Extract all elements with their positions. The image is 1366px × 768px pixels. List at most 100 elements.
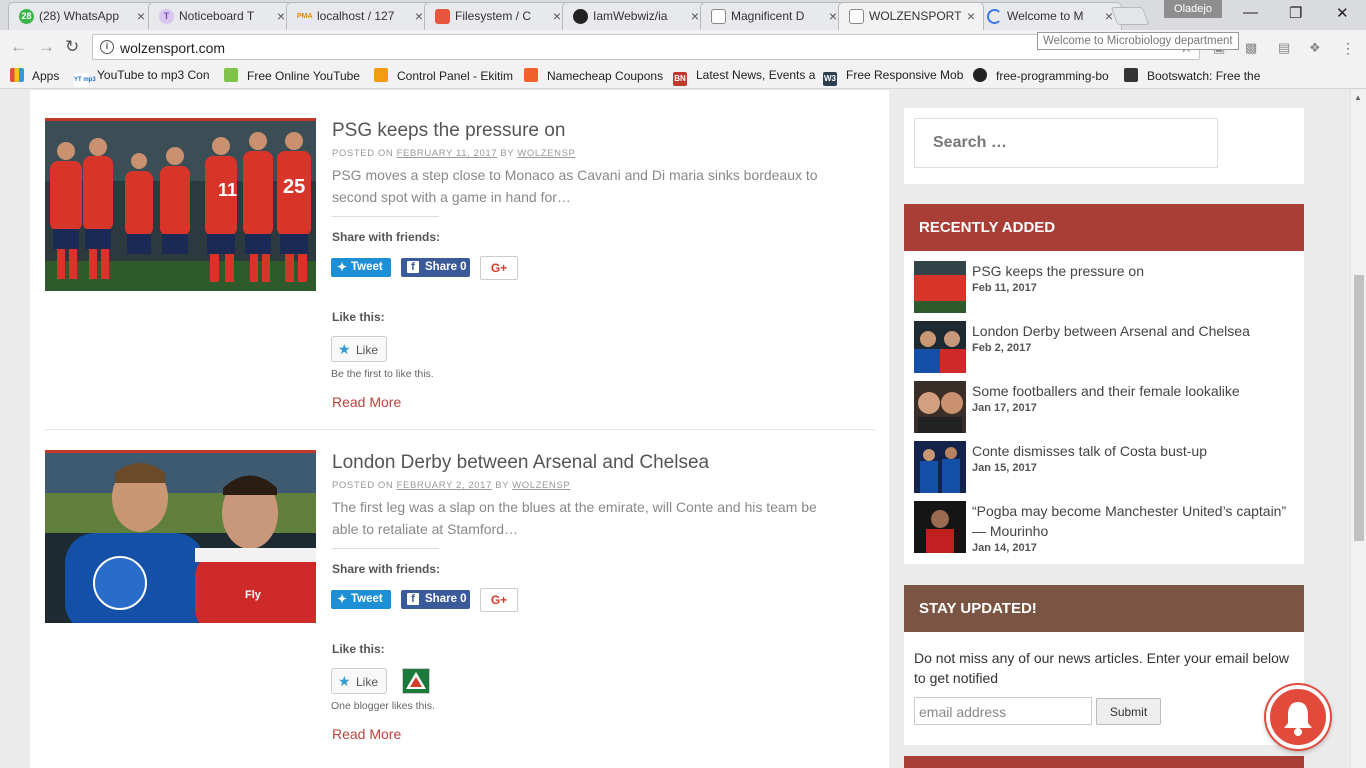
download-arrow-icon <box>224 68 238 82</box>
thumb-image <box>914 501 966 553</box>
scroll-up-arrow-icon[interactable]: ▲ <box>1354 93 1362 102</box>
profile-button[interactable]: Oladejo <box>1164 0 1222 18</box>
email-placeholder: email address <box>919 704 1007 720</box>
recent-item[interactable]: London Derby between Arsenal and Chelsea… <box>914 321 1294 373</box>
close-icon[interactable]: × <box>553 8 561 24</box>
like-button[interactable]: ★ Like <box>331 668 387 694</box>
share-label: Share 0 <box>425 593 467 605</box>
bookmark-namecheap[interactable]: Namecheap Coupons <box>524 68 663 83</box>
like-label: Like <box>356 343 379 357</box>
google-plus-button[interactable]: G+ <box>480 588 518 612</box>
close-icon[interactable]: × <box>277 8 285 24</box>
author-link[interactable]: WOLZENSP <box>517 148 575 159</box>
extension-pdf-icon[interactable]: ▤ <box>1278 40 1290 56</box>
bookmark-label: Free Online YouTube <box>247 69 360 83</box>
recent-item[interactable]: Some footballers and their female lookal… <box>914 381 1294 433</box>
bookmark-latest-news[interactable]: BN Latest News, Events a <box>673 68 815 86</box>
recent-date: Jan 14, 2017 <box>972 542 1037 554</box>
recent-thumbnail[interactable] <box>914 501 966 553</box>
bookmark-bootswatch[interactable]: Bootswatch: Free the <box>1124 68 1260 83</box>
post-title[interactable]: PSG keeps the pressure on <box>332 120 565 142</box>
recent-title[interactable]: PSG keeps the pressure on <box>972 261 1294 281</box>
post-thumbnail[interactable]: Fly <box>45 450 316 623</box>
tab-wolzensport[interactable]: WOLZENSPORT × <box>838 2 984 30</box>
close-icon[interactable]: × <box>829 8 837 24</box>
email-input[interactable]: email address <box>914 697 1092 725</box>
stay-updated-widget: STAY UPDATED! Do not miss any of our new… <box>904 585 1304 745</box>
tab-noticeboard[interactable]: T Noticeboard T × <box>148 2 294 30</box>
recently-added-widget: RECENTLY ADDED PSG keeps the pressure on… <box>904 204 1304 564</box>
dropbox-icon[interactable]: ❖ <box>1309 40 1321 56</box>
close-icon[interactable]: × <box>691 8 699 24</box>
bookmark-free-programming[interactable]: free-programming-bo <box>973 68 1109 83</box>
notification-bell-button[interactable] <box>1266 685 1330 749</box>
recent-thumbnail[interactable] <box>914 381 966 433</box>
recent-title[interactable]: Conte dismisses talk of Costa bust-up <box>972 441 1294 461</box>
bookmark-label: YouTube to mp3 Con <box>97 68 210 82</box>
back-arrow-icon[interactable]: ← <box>10 37 27 57</box>
restore-icon[interactable]: ❐ <box>1289 4 1302 22</box>
bookmark-label: free-programming-bo <box>996 69 1109 83</box>
recent-thumbnail[interactable] <box>914 261 966 313</box>
post-thumbnail[interactable]: 11 25 <box>45 118 316 291</box>
search-input[interactable]: Search … <box>914 118 1218 168</box>
like-heading: Like this: <box>332 642 385 656</box>
recent-thumbnail[interactable] <box>914 441 966 493</box>
reload-icon[interactable]: ↻ <box>65 37 79 57</box>
tab-localhost[interactable]: PMA localhost / 127 × <box>286 2 432 30</box>
tweet-button[interactable]: ✦ Tweet <box>331 258 391 277</box>
blogger-avatar[interactable] <box>402 668 430 694</box>
recently-added-heading: RECENTLY ADDED <box>904 204 1304 251</box>
menu-icon[interactable]: ⋮ <box>1341 40 1355 57</box>
facebook-share-button[interactable]: f Share 0 <box>401 258 470 277</box>
bookmark-free-youtube[interactable]: Free Online YouTube <box>224 68 360 83</box>
recent-title[interactable]: “Pogba may become Manchester United’s ca… <box>972 501 1294 541</box>
submit-button[interactable]: Submit <box>1096 698 1161 725</box>
tab-magnificent[interactable]: Magnificent D × <box>700 2 846 30</box>
tweet-label: Tweet <box>351 261 383 273</box>
browser-toolbar: ← → ↻ i wolzensport.com ☆ Welcome to Mic… <box>0 30 1366 63</box>
tweet-button[interactable]: ✦ Tweet <box>331 590 391 609</box>
window-close-icon[interactable]: ✕ <box>1336 4 1349 22</box>
bookmark-label: Apps <box>32 69 60 83</box>
posted-on-label: POSTED ON <box>332 480 394 491</box>
address-bar[interactable]: i wolzensport.com ☆ <box>92 34 1200 60</box>
facebook-share-button[interactable]: f Share 0 <box>401 590 470 609</box>
recent-title[interactable]: Some footballers and their female lookal… <box>972 381 1294 401</box>
tab-microbiology[interactable]: Welcome to M × <box>976 2 1122 30</box>
page-icon <box>849 9 864 24</box>
close-icon[interactable]: × <box>967 8 975 24</box>
read-more-link[interactable]: Read More <box>332 726 401 742</box>
bookmark-apps[interactable]: Apps <box>10 68 59 83</box>
recent-thumbnail[interactable] <box>914 321 966 373</box>
tab-github[interactable]: IamWebwiz/ia × <box>562 2 708 30</box>
svg-text:25: 25 <box>283 176 305 198</box>
tab-whatsapp[interactable]: 28 (28) WhatsApp × <box>8 2 154 30</box>
bookmarks-bar: Apps YT mp3YouTube to mp3 Con Free Onlin… <box>0 63 1366 89</box>
info-icon[interactable]: i <box>100 40 114 54</box>
forward-arrow-icon[interactable]: → <box>38 37 55 57</box>
minimize-icon[interactable]: — <box>1243 4 1258 21</box>
bookmark-control-panel[interactable]: Control Panel - Ekitim <box>374 68 513 83</box>
tab-filesystem[interactable]: Filesystem / C × <box>424 2 570 30</box>
like-button[interactable]: ★ Like <box>331 336 387 362</box>
close-icon[interactable]: × <box>415 8 423 24</box>
scrollbar-thumb[interactable] <box>1354 275 1364 541</box>
recent-item[interactable]: Conte dismisses talk of Costa bust-up Ja… <box>914 441 1294 493</box>
google-plus-button[interactable]: G+ <box>480 256 518 280</box>
post-date-link[interactable]: FEBRUARY 11, 2017 <box>397 148 498 159</box>
laravel-icon <box>435 9 450 24</box>
read-more-link[interactable]: Read More <box>332 394 401 410</box>
post-date-link[interactable]: FEBRUARY 2, 2017 <box>397 480 492 491</box>
recent-title[interactable]: London Derby between Arsenal and Chelsea <box>972 321 1294 341</box>
recent-item[interactable]: PSG keeps the pressure on Feb 11, 2017 <box>914 261 1294 313</box>
bookmark-free-responsive[interactable]: W3 Free Responsive Mob <box>823 68 963 86</box>
author-link[interactable]: WOLZENSP <box>512 480 570 491</box>
close-icon[interactable]: × <box>137 8 145 24</box>
bookmark-youtube-mp3[interactable]: YT mp3YouTube to mp3 Con <box>74 68 210 87</box>
page-scrollbar[interactable]: ▲ <box>1350 90 1366 768</box>
recent-item[interactable]: “Pogba may become Manchester United’s ca… <box>914 501 1294 554</box>
new-tab-button[interactable] <box>1110 7 1150 25</box>
extension-audio-icon[interactable]: ▩ <box>1245 40 1257 56</box>
post-title[interactable]: London Derby between Arsenal and Chelsea <box>332 452 709 474</box>
